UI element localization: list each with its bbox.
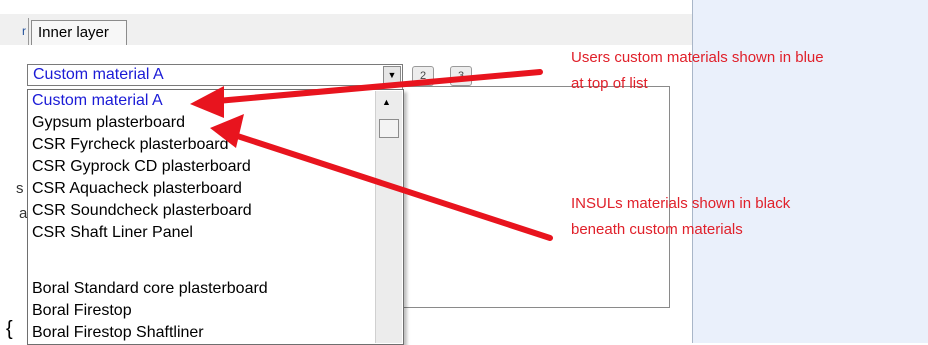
annotation-custom-line-2: at top of list <box>571 75 648 92</box>
arrow-to-custom-material <box>203 69 543 105</box>
annotation-custom-line-1: Users custom materials shown in blue <box>571 49 824 66</box>
annotation-insul-line-2: beneath custom materials <box>571 221 743 238</box>
arrow-to-insul-materials <box>219 128 553 241</box>
annotation-insul-line-1: INSULs materials shown in black <box>571 195 791 212</box>
arrowhead-custom <box>190 86 224 118</box>
arrowhead-insul <box>210 114 244 148</box>
